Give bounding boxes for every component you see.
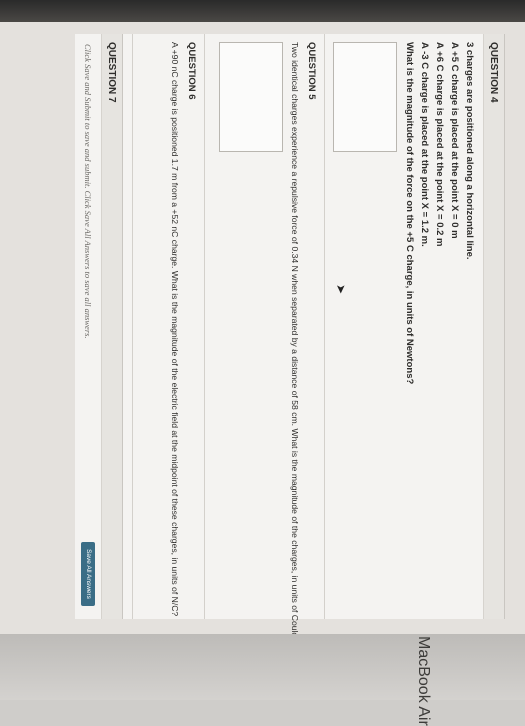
divider	[204, 34, 205, 619]
question-4-line-3: A +6 C charge is placed at the point X =…	[434, 42, 445, 247]
question-5-answer-input[interactable]	[219, 42, 283, 152]
laptop-chin: MacBook Air	[0, 634, 525, 726]
divider	[324, 34, 325, 619]
laptop-screen: QUESTION 4 3 charges are positioned alon…	[0, 22, 525, 634]
save-all-answers-button[interactable]: Save All Answers	[81, 542, 95, 606]
question-6-text: A +90 nC charge is positioned 1.7 m from…	[170, 42, 180, 617]
question-4-header: QUESTION 4	[483, 34, 505, 619]
question-6-title: QUESTION 6	[186, 42, 197, 100]
mouse-cursor-icon: ➤	[334, 284, 348, 295]
footer-note: Click Save and Submit to save and submit…	[83, 44, 93, 339]
question-4-line-2: A +5 C charge is placed at the point X =…	[449, 42, 460, 239]
divider	[132, 34, 133, 619]
question-7-title: QUESTION 7	[106, 42, 117, 103]
quiz-page: QUESTION 4 3 charges are positioned alon…	[75, 34, 505, 634]
laptop-bezel	[0, 0, 525, 22]
macbook-air-label: MacBook Air	[415, 636, 432, 726]
question-5-text: Two identical charges experience a repul…	[290, 42, 300, 634]
question-4-line-1: 3 charges are positioned along a horizon…	[464, 42, 475, 260]
question-4-line-4: A -3 C charge is placed at the point X =…	[419, 42, 430, 247]
question-4-answer-input[interactable]	[333, 42, 397, 152]
question-7-header: QUESTION 7	[101, 34, 123, 619]
question-5-title: QUESTION 5	[306, 42, 317, 100]
question-4-title: QUESTION 4	[488, 42, 499, 103]
quiz-content: QUESTION 4 3 charges are positioned alon…	[75, 34, 505, 634]
question-4-line-5: What is the magnitude of the force on th…	[404, 42, 415, 385]
